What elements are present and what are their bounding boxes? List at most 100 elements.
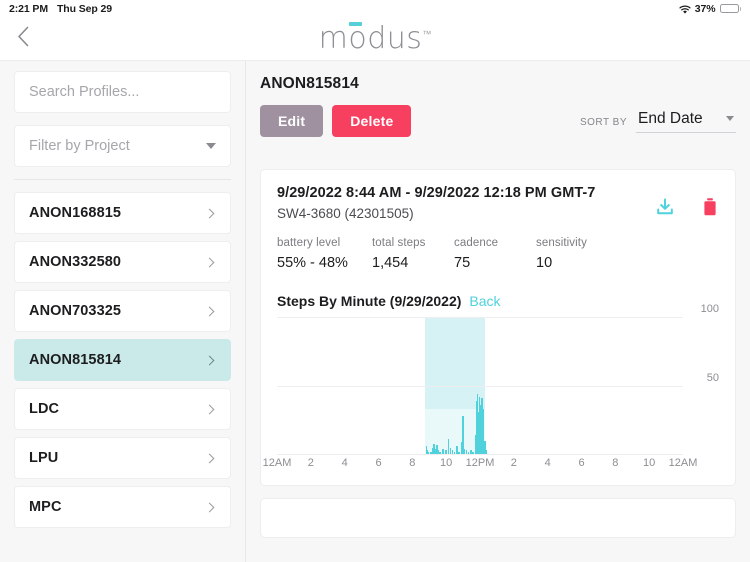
chart-x-axis-labels: 12AM 2 4 6 8 10 12PM 2 4 6 8 10 12AM bbox=[263, 456, 698, 477]
app-header: modus™ bbox=[0, 17, 750, 61]
chart-x-tick-label: 4 bbox=[341, 456, 348, 469]
sidebar-item-label: ANON703325 bbox=[29, 303, 122, 319]
chart-title: Steps By Minute (9/29/2022) bbox=[277, 292, 462, 309]
chart-x-tick-label: 6 bbox=[578, 456, 585, 469]
session-card-next bbox=[260, 497, 736, 538]
sort-by-label: SORT BY bbox=[579, 116, 627, 128]
sidebar-item-ldc[interactable]: LDC bbox=[14, 388, 231, 430]
session-card-titles: 9/29/2022 8:44 AM - 9/29/2022 12:18 PM G… bbox=[277, 184, 595, 221]
brand-logo-prefix: m bbox=[318, 20, 349, 56]
chevron-down-icon bbox=[726, 116, 734, 121]
session-metrics: battery level 55% - 48% total steps 1,454 ca… bbox=[277, 237, 719, 271]
chart-title-row: Steps By Minute (9/29/2022) Back bbox=[277, 293, 719, 309]
chart-y-tick-label: 50 bbox=[706, 371, 719, 384]
chart-x-tick-label: 2 bbox=[510, 456, 517, 469]
wifi-icon bbox=[679, 5, 691, 15]
chevron-right-icon bbox=[204, 355, 215, 365]
page-body: Search Profiles... Filter by Project ANO… bbox=[0, 61, 750, 562]
download-icon[interactable] bbox=[655, 197, 675, 217]
brand-logo: modus™ bbox=[0, 17, 750, 60]
metric-label: cadence bbox=[454, 236, 499, 249]
chart-gridline bbox=[277, 385, 683, 387]
sidebar-item-anon168815[interactable]: ANON168815 bbox=[14, 192, 231, 234]
page-title: ANON815814 bbox=[260, 75, 359, 92]
chart-x-tick-label: 6 bbox=[375, 456, 382, 469]
chart-x-tick-label: 8 bbox=[612, 456, 619, 469]
trash-icon[interactable] bbox=[701, 197, 719, 217]
metric-label: sensitivity bbox=[536, 236, 587, 249]
steps-by-minute-chart: 12AM 2 4 6 8 10 12PM 2 4 6 8 10 12AM 50 100 bbox=[263, 303, 719, 477]
main-content: ANON815814 Edit Delete SORT BY End Date … bbox=[246, 61, 750, 562]
chevron-right-icon bbox=[204, 404, 215, 414]
status-bar-time: 2:21 PM bbox=[9, 2, 48, 15]
sort-by-value: End Date bbox=[638, 109, 703, 127]
chevron-left-icon bbox=[17, 26, 30, 52]
session-card-header: 9/29/2022 8:44 AM - 9/29/2022 12:18 PM G… bbox=[277, 184, 719, 221]
session-device-id: SW4-3680 (42301505) bbox=[277, 205, 414, 221]
metric-value: 55% - 48% bbox=[277, 254, 348, 271]
status-bar-right: 37% bbox=[679, 3, 741, 15]
chart-y-tick-label: 100 bbox=[700, 302, 719, 315]
sidebar-item-label: ANON168815 bbox=[29, 205, 122, 221]
sidebar-divider bbox=[14, 179, 231, 180]
sidebar-item-anon815814[interactable]: ANON815814 bbox=[14, 339, 231, 381]
brand-logo-o: o bbox=[348, 20, 368, 56]
ios-status-bar: 2:21 PM Thu Sep 29 37% bbox=[0, 0, 750, 17]
brand-logo-text: modus™ bbox=[318, 20, 432, 56]
chart-x-tick-label: 12AM bbox=[668, 456, 698, 469]
metric-label: battery level bbox=[277, 236, 341, 249]
search-placeholder: Search Profiles... bbox=[29, 84, 140, 100]
project-filter-select[interactable]: Filter by Project bbox=[14, 125, 231, 167]
chart-x-tick-label: 10 bbox=[440, 456, 453, 469]
chevron-right-icon bbox=[204, 306, 215, 316]
battery-percent-label: 37% bbox=[694, 2, 716, 15]
metric-label: total steps bbox=[372, 236, 426, 249]
sidebar-item-mpc[interactable]: MPC bbox=[14, 486, 231, 528]
action-row: Edit Delete SORT BY End Date bbox=[260, 105, 736, 137]
metric-cadence: cadence 75 bbox=[454, 237, 526, 271]
sidebar: Search Profiles... Filter by Project ANO… bbox=[0, 61, 246, 562]
sort-by-select[interactable]: End Date bbox=[636, 110, 736, 133]
metric-battery-level: battery level 55% - 48% bbox=[277, 237, 362, 271]
chart-x-axis-line bbox=[277, 453, 683, 455]
trademark-symbol: ™ bbox=[422, 29, 432, 40]
chevron-right-icon bbox=[204, 453, 215, 463]
chart-back-link[interactable]: Back bbox=[469, 293, 500, 309]
search-input[interactable]: Search Profiles... bbox=[14, 71, 231, 113]
sidebar-item-anon332580[interactable]: ANON332580 bbox=[14, 241, 231, 283]
macron-accent-icon bbox=[348, 21, 362, 26]
sidebar-item-label: ANON332580 bbox=[29, 254, 122, 270]
sidebar-item-label: LPU bbox=[29, 450, 59, 466]
chart-x-tick-label: 12AM bbox=[262, 456, 292, 469]
sidebar-item-anon703325[interactable]: ANON703325 bbox=[14, 290, 231, 332]
sidebar-item-label: LDC bbox=[29, 401, 60, 417]
chart-x-tick-label: 8 bbox=[409, 456, 416, 469]
session-card-actions bbox=[655, 184, 719, 217]
chevron-down-icon bbox=[206, 143, 216, 149]
battery-icon bbox=[719, 3, 741, 14]
sort-control: SORT BY End Date bbox=[580, 110, 736, 133]
metric-value: 75 bbox=[454, 254, 471, 271]
brand-logo-suffix: dus bbox=[367, 20, 423, 56]
metric-total-steps: total steps 1,454 bbox=[372, 237, 444, 271]
profile-list: ANON168815 ANON332580 ANON703325 ANON815814… bbox=[14, 192, 231, 528]
metric-value: 10 bbox=[536, 254, 553, 271]
project-filter-label: Filter by Project bbox=[29, 138, 130, 154]
session-card: 9/29/2022 8:44 AM - 9/29/2022 12:18 PM G… bbox=[260, 169, 736, 486]
status-bar-left: 2:21 PM Thu Sep 29 bbox=[9, 3, 112, 15]
chart-gridline bbox=[277, 316, 683, 318]
sidebar-item-label: MPC bbox=[29, 499, 62, 515]
metric-value: 1,454 bbox=[372, 254, 409, 271]
delete-button[interactable]: Delete bbox=[332, 105, 412, 137]
chevron-right-icon bbox=[204, 502, 215, 512]
chart-x-tick-label: 10 bbox=[643, 456, 656, 469]
chevron-right-icon bbox=[204, 257, 215, 267]
chart-x-tick-label: 12PM bbox=[465, 456, 495, 469]
sidebar-item-label: ANON815814 bbox=[29, 352, 122, 368]
chart-x-tick-label: 2 bbox=[307, 456, 314, 469]
metric-sensitivity: sensitivity 10 bbox=[536, 237, 616, 271]
sidebar-item-lpu[interactable]: LPU bbox=[14, 437, 231, 479]
back-button[interactable] bbox=[0, 17, 46, 61]
edit-button[interactable]: Edit bbox=[260, 105, 324, 137]
chart-x-tick-label: 4 bbox=[544, 456, 551, 469]
